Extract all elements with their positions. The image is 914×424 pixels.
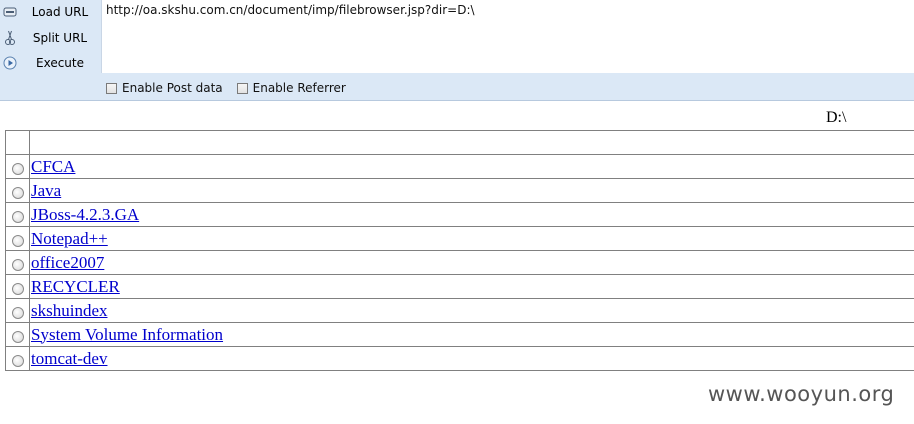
load-url-button[interactable]: Load URL bbox=[0, 1, 101, 23]
folder-link[interactable]: skshuindex bbox=[30, 301, 108, 320]
load-url-label: Load URL bbox=[31, 5, 89, 19]
row-select-cell bbox=[5, 274, 30, 299]
hackbar-toolbar: Load URL Split URL Execute http://oa.sks… bbox=[0, 0, 914, 101]
row-select-cell bbox=[5, 226, 30, 251]
folder-link[interactable]: CFCA bbox=[30, 157, 75, 176]
entry-radio[interactable] bbox=[11, 163, 24, 176]
row-select-cell bbox=[5, 346, 30, 371]
row-name-cell: RECYCLER bbox=[29, 274, 914, 299]
entry-radio[interactable] bbox=[11, 331, 24, 344]
header-cell-name bbox=[29, 130, 914, 155]
folder-link[interactable]: System Volume Information bbox=[30, 325, 223, 344]
play-icon bbox=[1, 54, 19, 72]
enable-post-option[interactable]: Enable Post data bbox=[106, 81, 223, 95]
folder-link[interactable]: JBoss-4.2.3.GA bbox=[30, 205, 139, 224]
entry-radio[interactable] bbox=[11, 187, 24, 200]
enable-post-checkbox[interactable] bbox=[106, 82, 117, 94]
entry-radio[interactable] bbox=[11, 259, 24, 272]
scissors-icon bbox=[1, 29, 19, 47]
folder-link[interactable]: tomcat-dev bbox=[30, 349, 107, 368]
table-row: JBoss-4.2.3.GA bbox=[5, 202, 914, 227]
row-select-cell bbox=[5, 154, 30, 179]
hackbar-side-panel: Load URL Split URL Execute bbox=[0, 0, 101, 74]
row-name-cell: CFCA bbox=[29, 154, 914, 179]
row-select-cell bbox=[5, 322, 30, 347]
execute-label: Execute bbox=[36, 56, 84, 70]
table-row: skshuindex bbox=[5, 298, 914, 323]
header-cell-select bbox=[5, 130, 30, 155]
entry-radio[interactable] bbox=[11, 307, 24, 320]
row-select-cell bbox=[5, 298, 30, 323]
load-url-icon bbox=[1, 3, 19, 21]
row-name-cell: JBoss-4.2.3.GA bbox=[29, 202, 914, 227]
watermark-text: www.wooyun.org bbox=[708, 382, 895, 406]
row-name-cell: tomcat-dev bbox=[29, 346, 914, 371]
hackbar-options: Enable Post data Enable Referrer bbox=[106, 78, 360, 98]
table-row: RECYCLER bbox=[5, 274, 914, 299]
url-textarea[interactable]: http://oa.skshu.com.cn/document/imp/file… bbox=[101, 0, 914, 73]
table-row: tomcat-dev bbox=[5, 346, 914, 371]
table-row: Java bbox=[5, 178, 914, 203]
folder-link[interactable]: Java bbox=[30, 181, 61, 200]
enable-referrer-checkbox[interactable] bbox=[236, 82, 248, 94]
execute-button[interactable]: Execute bbox=[0, 52, 101, 74]
file-browser-table: CFCA Java JBoss-4.2.3.GA Notepad++ offic… bbox=[5, 130, 914, 371]
folder-link[interactable]: office2007 bbox=[30, 253, 104, 272]
row-select-cell bbox=[5, 250, 30, 275]
table-row: CFCA bbox=[5, 154, 914, 179]
row-name-cell: Java bbox=[29, 178, 914, 203]
row-name-cell: office2007 bbox=[29, 250, 914, 275]
entry-radio[interactable] bbox=[11, 211, 24, 224]
row-name-cell: Notepad++ bbox=[29, 226, 914, 251]
enable-referrer-label: Enable Referrer bbox=[252, 81, 346, 95]
table-row: System Volume Information bbox=[5, 322, 914, 347]
folder-link[interactable]: Notepad++ bbox=[30, 229, 108, 248]
table-header-row bbox=[5, 130, 914, 155]
folder-link[interactable]: RECYCLER bbox=[30, 277, 120, 296]
enable-referrer-option[interactable]: Enable Referrer bbox=[236, 81, 346, 95]
split-url-button[interactable]: Split URL bbox=[0, 27, 101, 49]
row-select-cell bbox=[5, 202, 30, 227]
entry-radio[interactable] bbox=[11, 283, 24, 296]
row-name-cell: skshuindex bbox=[29, 298, 914, 323]
entry-radio[interactable] bbox=[11, 355, 24, 368]
row-name-cell: System Volume Information bbox=[29, 322, 914, 347]
split-url-label: Split URL bbox=[32, 31, 88, 45]
table-row: office2007 bbox=[5, 250, 914, 275]
table-row: Notepad++ bbox=[5, 226, 914, 251]
row-select-cell bbox=[5, 178, 30, 203]
entry-radio[interactable] bbox=[11, 235, 24, 248]
enable-post-label: Enable Post data bbox=[122, 81, 223, 95]
current-directory: D:\ bbox=[826, 109, 847, 126]
